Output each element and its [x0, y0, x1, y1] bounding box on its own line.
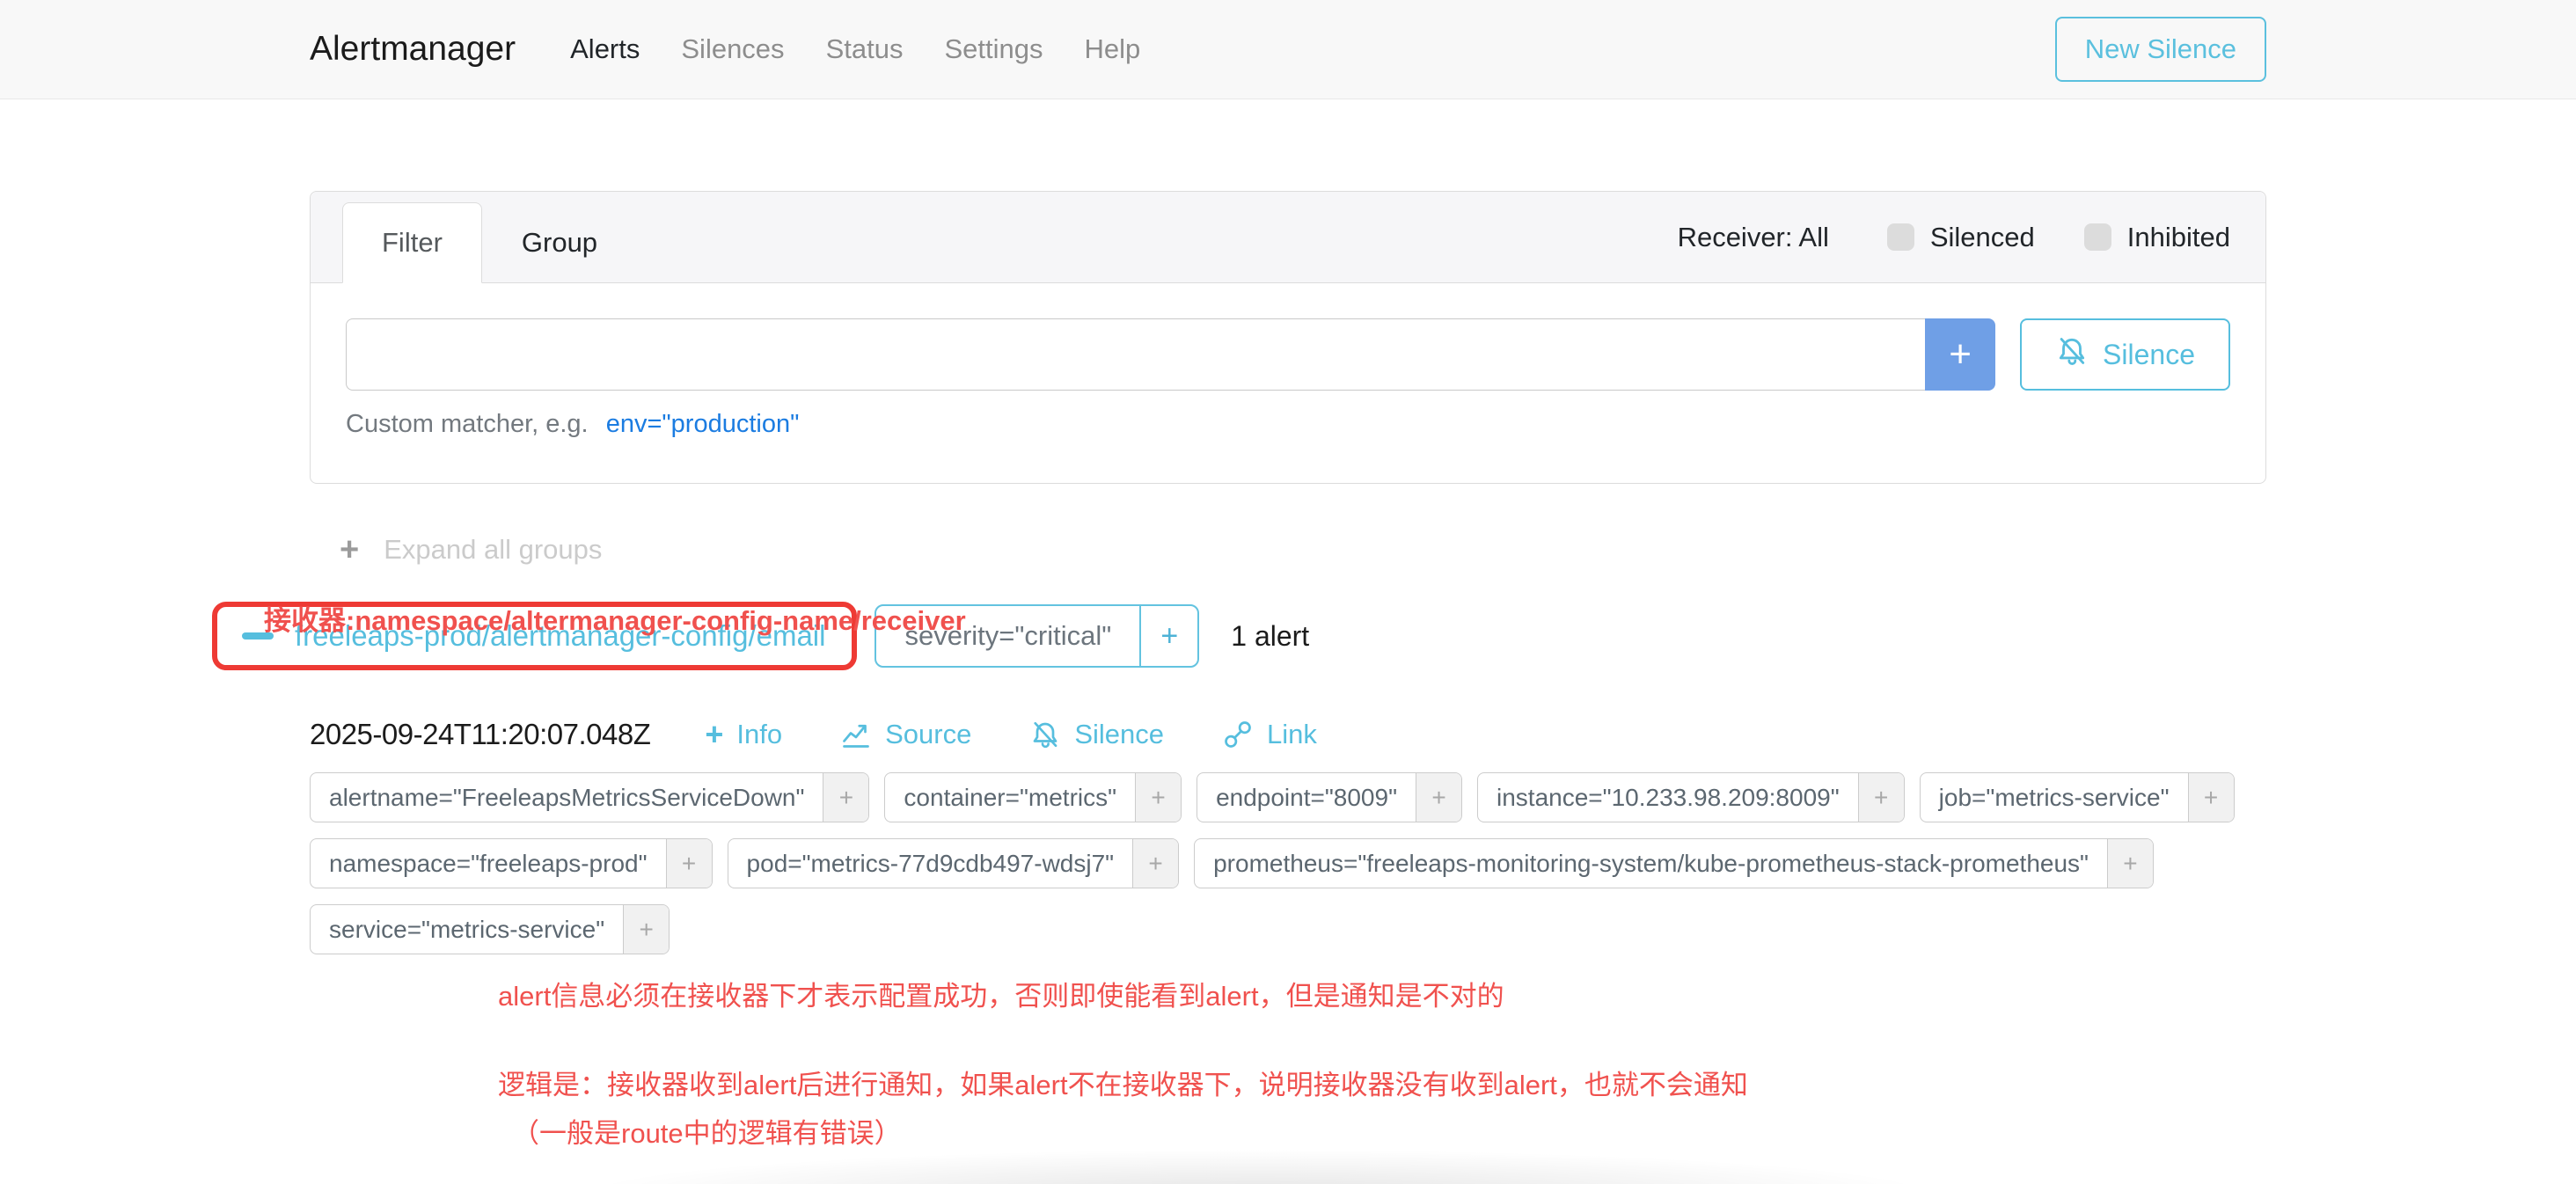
bell-slash-icon: [1029, 719, 1061, 750]
filter-tabs: Filter Group: [342, 202, 637, 283]
label-badge-pod: pod="metrics-77d9cdb497-wdsj7" +: [728, 838, 1180, 888]
label-badge-instance: instance="10.233.98.209:8009" +: [1477, 772, 1905, 822]
navbar-inner: Alertmanager Alerts Silences Status Sett…: [310, 17, 2266, 82]
label-text: pod="metrics-77d9cdb497-wdsj7": [728, 839, 1133, 888]
expand-all-groups-label: Expand all groups: [384, 534, 602, 566]
group-matcher-add-button[interactable]: +: [1139, 606, 1197, 666]
tab-group[interactable]: Group: [482, 202, 637, 283]
inhibited-label: Inhibited: [2127, 222, 2230, 253]
matcher-help-text: Custom matcher, e.g.: [346, 410, 589, 438]
label-text: service="metrics-service": [311, 905, 623, 954]
annotation-logic-note-2: （一般是route中的逻辑有错误）: [512, 1111, 2266, 1151]
alert-info-button[interactable]: + Info: [705, 719, 782, 750]
add-matcher-button[interactable]: +: [1925, 318, 1995, 391]
alert-timestamp: 2025-09-24T11:20:07.048Z: [310, 718, 650, 751]
filter-card-header: Filter Group Receiver: All Silenced Inhi…: [311, 192, 2265, 283]
silenced-label: Silenced: [1930, 222, 2035, 253]
label-add-filter-button[interactable]: +: [623, 905, 669, 954]
filter-header-controls: Receiver: All Silenced Inhibited: [1678, 192, 2230, 282]
new-silence-button[interactable]: New Silence: [2055, 17, 2266, 82]
matcher-input[interactable]: [346, 318, 1925, 391]
label-text: container="metrics": [885, 773, 1135, 822]
label-text: namespace="freeleaps-prod": [311, 839, 666, 888]
label-add-filter-button[interactable]: +: [823, 773, 868, 822]
label-badge-namespace: namespace="freeleaps-prod" +: [310, 838, 713, 888]
label-add-filter-button[interactable]: +: [1416, 773, 1461, 822]
bell-slash-icon: [2055, 334, 2089, 375]
annotation-logic-note: 逻辑是：接收器收到alert后进行通知，如果alert不在接收器下，说明接收器没…: [498, 1063, 2266, 1102]
matcher-input-group: +: [346, 318, 1995, 391]
annotation-receiver-note: 接收器:namespace/altermanager-config-name/r…: [264, 598, 966, 638]
main-container: Filter Group Receiver: All Silenced Inhi…: [310, 191, 2266, 1151]
label-badge-alertname: alertname="FreeleapsMetricsServiceDown" …: [310, 772, 869, 822]
label-badge-endpoint: endpoint="8009" +: [1197, 772, 1462, 822]
alert-link-button[interactable]: Link: [1222, 719, 1317, 750]
label-text: prometheus="freeleaps-monitoring-system/…: [1195, 839, 2107, 888]
link-chain-icon: [1222, 719, 1254, 750]
label-text: alertname="FreeleapsMetricsServiceDown": [311, 773, 823, 822]
label-add-filter-button[interactable]: +: [1858, 773, 1904, 822]
label-badge-job: job="metrics-service" +: [1920, 772, 2235, 822]
filter-card-body: + Silence Custom matcher, e.g. env="prod: [311, 283, 2265, 483]
label-add-filter-button[interactable]: +: [2107, 839, 2153, 888]
label-add-filter-button[interactable]: +: [666, 839, 712, 888]
silence-label: Silence: [1074, 719, 1164, 750]
source-label: Source: [885, 719, 971, 750]
label-badge-container: container="metrics" +: [884, 772, 1182, 822]
filter-card: Filter Group Receiver: All Silenced Inhi…: [310, 191, 2266, 484]
silenced-checkbox-group[interactable]: Silenced: [1887, 222, 2035, 253]
nav-item-status[interactable]: Status: [826, 33, 904, 65]
nav-item-silences[interactable]: Silences: [681, 33, 784, 65]
expand-all-groups-button[interactable]: + Expand all groups: [340, 533, 602, 566]
matcher-help-row: Custom matcher, e.g. env="production": [346, 410, 2230, 439]
expand-plus-icon: +: [340, 533, 359, 566]
label-text: instance="10.233.98.209:8009": [1478, 773, 1858, 822]
silence-from-filter-button[interactable]: Silence: [2020, 318, 2230, 391]
label-add-filter-button[interactable]: +: [1132, 839, 1178, 888]
plus-icon: +: [705, 719, 723, 750]
link-label: Link: [1267, 719, 1317, 750]
alert-labels: alertname="FreeleapsMetricsServiceDown" …: [310, 772, 2266, 954]
label-badge-prometheus: prometheus="freeleaps-monitoring-system/…: [1194, 838, 2154, 888]
silence-button-label: Silence: [2103, 339, 2195, 371]
nav-item-settings[interactable]: Settings: [944, 33, 1043, 65]
matcher-input-row: + Silence: [346, 318, 2230, 391]
chart-line-icon: [840, 719, 872, 750]
top-navbar: Alertmanager Alerts Silences Status Sett…: [0, 0, 2576, 99]
matcher-example-link[interactable]: env="production": [606, 410, 800, 438]
bottom-shadow-artifact: [572, 1149, 1944, 1184]
label-add-filter-button[interactable]: +: [1135, 773, 1181, 822]
label-badge-service: service="metrics-service" +: [310, 904, 670, 954]
receiver-filter-label[interactable]: Receiver: All: [1678, 222, 1829, 253]
label-add-filter-button[interactable]: +: [2188, 773, 2234, 822]
alert-source-link[interactable]: Source: [840, 719, 971, 750]
annotation-alert-note: alert信息必须在接收器下才表示配置成功，否则即使能看到alert，但是通知是…: [498, 974, 2266, 1013]
alert-groups-area: + Expand all groups 接收器:namespace/alterm…: [310, 533, 2266, 1151]
nav-item-alerts[interactable]: Alerts: [570, 33, 640, 65]
inhibited-checkbox[interactable]: [2084, 223, 2111, 251]
label-text: job="metrics-service": [1921, 773, 2188, 822]
info-label: Info: [736, 719, 782, 750]
label-text: endpoint="8009": [1197, 773, 1416, 822]
alert-silence-button[interactable]: Silence: [1029, 719, 1164, 750]
app-brand[interactable]: Alertmanager: [310, 30, 516, 69]
alert-meta-row: 2025-09-24T11:20:07.048Z + Info Source: [310, 718, 2266, 751]
tab-filter[interactable]: Filter: [342, 202, 482, 283]
silenced-checkbox[interactable]: [1887, 223, 1914, 251]
alert-count: 1 alert: [1231, 620, 1309, 653]
inhibited-checkbox-group[interactable]: Inhibited: [2084, 222, 2230, 253]
nav-item-help[interactable]: Help: [1084, 33, 1140, 65]
